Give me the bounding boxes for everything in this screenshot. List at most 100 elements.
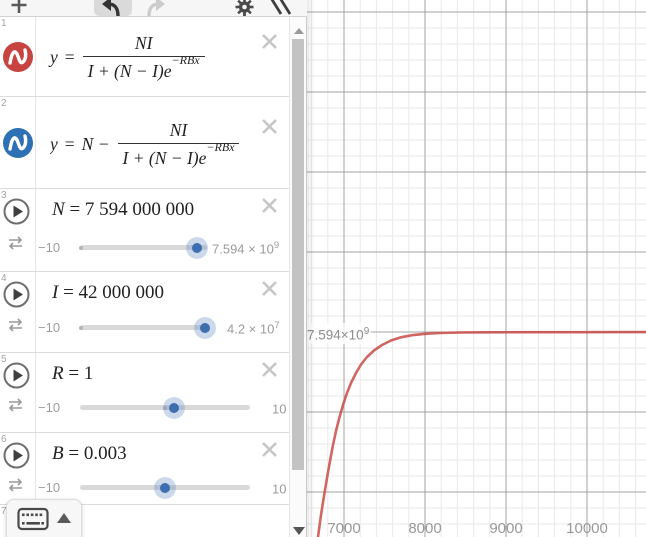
loop-direction-icon[interactable] (6, 236, 25, 250)
loop-direction-icon[interactable] (6, 318, 25, 332)
eq-equals: = (65, 134, 75, 155)
hide-panel-icon[interactable] (266, 0, 292, 16)
slider-row: 6 B = 0.003 −10 10 (0, 433, 289, 505)
expression-icon-column (0, 17, 36, 96)
eq-denominator-base: I + (N − I)e (123, 147, 207, 167)
slider-handle[interactable] (169, 403, 179, 413)
eq-numerator: NI (131, 33, 157, 56)
close-icon[interactable] (260, 279, 279, 298)
equation-1[interactable]: y = NI I + (N − I)e−RBx (50, 27, 205, 87)
loop-direction-icon[interactable] (6, 398, 25, 412)
x-axis-tick-label: 10000 (555, 520, 619, 537)
y-axis-tick-base: 7.594×10 (307, 328, 364, 343)
slider-expression[interactable]: I = 42 000 000 (52, 282, 164, 304)
expression-icon-column (0, 353, 36, 432)
toolbar (0, 0, 307, 17)
slider-max-exponent: 9 (274, 240, 279, 251)
slider-min-label[interactable]: −10 (38, 400, 60, 415)
slider-max-base: 7.594 × 10 (212, 241, 274, 256)
close-icon[interactable] (260, 196, 279, 215)
eq-equals: = (65, 47, 75, 68)
close-icon[interactable] (260, 32, 279, 51)
x-axis-tick-label: 9000 (474, 520, 538, 537)
panel-scrollbar[interactable] (289, 17, 306, 537)
slider-min-label[interactable]: −10 (38, 320, 60, 335)
eq-prefix: N − (82, 134, 110, 155)
slider-expression[interactable]: N = 7 594 000 000 (52, 199, 194, 221)
slider-variable: N (52, 199, 65, 220)
expression-icon-column (0, 433, 36, 504)
play-icon[interactable] (3, 362, 30, 389)
slider-value: 1 (84, 363, 94, 384)
x-axis-tick-label: 7000 (312, 520, 376, 537)
logistic-curve[interactable] (318, 332, 646, 537)
play-icon[interactable] (3, 442, 30, 469)
slider-row: 5 R = 1 −10 10 (0, 353, 289, 433)
play-icon[interactable] (3, 281, 30, 308)
slider-variable: B (52, 443, 64, 464)
slider-variable: R (52, 363, 64, 384)
eq-denominator: I + (N − I)e−RBx (118, 143, 240, 169)
curve-style-icon-red[interactable] (3, 42, 33, 72)
slider-max-label[interactable]: 4.2 × 107 (227, 320, 280, 336)
curve-style-icon-blue[interactable] (3, 128, 33, 158)
expression-icon-column (0, 272, 36, 352)
slider-equals: = (69, 199, 80, 220)
slider-track[interactable] (80, 325, 208, 330)
scrollbar-down-icon[interactable] (293, 527, 305, 535)
slider-handle[interactable] (200, 323, 210, 333)
slider-variable: I (52, 282, 58, 303)
graph-grid (307, 0, 646, 537)
slider-value: 7 594 000 000 (85, 199, 194, 220)
x-axis-tick-label: 8000 (393, 520, 457, 537)
eq-lhs: y (50, 134, 58, 155)
slider-max-label[interactable]: 10 (272, 400, 286, 416)
equation-2[interactable]: y = N − NI I + (N − I)e−RBx (50, 113, 253, 175)
slider-row: 3 N = 7 594 000 000 −10 7.594 × 109 (0, 189, 289, 272)
keyboard-popup (6, 499, 82, 537)
slider-expression[interactable]: B = 0.003 (52, 443, 127, 465)
slider-expression[interactable]: R = 1 (52, 363, 93, 385)
slider-max-base: 4.2 × 10 (227, 321, 274, 336)
add-expression-icon[interactable] (9, 0, 29, 16)
slider-max-base: 10 (272, 481, 286, 496)
play-icon[interactable] (3, 198, 30, 225)
slider-max-base: 10 (272, 401, 286, 416)
slider-max-label[interactable]: 7.594 × 109 (212, 240, 279, 256)
redo-icon[interactable] (143, 0, 165, 16)
slider-equals: = (68, 363, 79, 384)
keyboard-icon[interactable] (17, 507, 49, 531)
eq-denominator-exponent: −RBx (206, 140, 234, 154)
graph-canvas[interactable]: 7000 8000 9000 10000 (307, 0, 646, 537)
slider-min-label[interactable]: −10 (38, 240, 60, 255)
eq-denominator-base: I + (N − I)e (88, 60, 172, 80)
eq-numerator: NI (166, 120, 192, 143)
close-icon[interactable] (260, 117, 279, 136)
undo-icon (102, 0, 124, 16)
slider-min-label[interactable]: −10 (38, 480, 60, 495)
scrollbar-up-icon[interactable] (294, 28, 304, 34)
slider-value: 0.003 (84, 443, 127, 464)
expression-row: 1 y = NI I + (N − I)e−RBx (0, 17, 289, 97)
slider-max-exponent: 7 (274, 320, 279, 331)
close-icon[interactable] (260, 360, 279, 379)
gear-icon[interactable] (235, 0, 254, 16)
slider-equals: = (63, 282, 74, 303)
undo-button[interactable] (94, 0, 132, 16)
loop-direction-icon[interactable] (6, 478, 25, 492)
slider-max-label[interactable]: 10 (272, 480, 286, 496)
eq-lhs: y (50, 47, 58, 68)
scrollbar-thumb[interactable] (292, 39, 304, 470)
slider-equals: = (68, 443, 79, 464)
collapse-keyboard-icon[interactable] (57, 513, 71, 523)
slider-handle[interactable] (160, 483, 170, 493)
eq-fraction: NI I + (N − I)e−RBx (83, 33, 205, 82)
desmos-app: 7000 8000 9000 10000 7.594×10 9 (0, 0, 646, 537)
eq-denominator: I + (N − I)e−RBx (83, 56, 205, 82)
eq-fraction: NI I + (N − I)e−RBx (118, 120, 240, 169)
expression-row: 2 y = N − NI I + (N − I)e−RBx (0, 97, 289, 189)
expression-icon-column (0, 97, 36, 188)
expression-panel: 1 y = NI I + (N − I)e−RBx 2 (0, 0, 307, 537)
close-icon[interactable] (260, 440, 279, 459)
slider-handle[interactable] (192, 243, 202, 253)
